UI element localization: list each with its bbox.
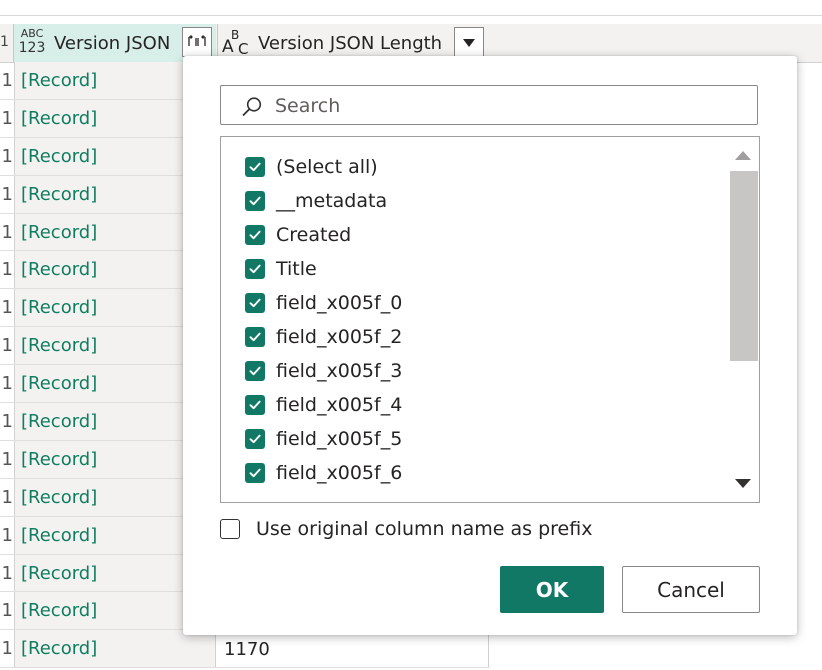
- row-index-glyph: 1: [0, 34, 9, 50]
- search-input[interactable]: [273, 86, 747, 126]
- option-label: Title: [276, 258, 317, 280]
- checkbox[interactable]: [245, 225, 265, 245]
- length-cell[interactable]: 1170: [217, 630, 489, 668]
- column-option-item[interactable]: Created: [245, 220, 351, 250]
- expand-columns-popup: field_x005f_6 field_x005f_5 field_x005f_4 f…: [183, 56, 797, 635]
- row-index-cell: 1: [1, 524, 13, 546]
- use-prefix-label: Use original column name as prefix: [256, 518, 593, 540]
- row-index-cell: 1: [1, 221, 13, 243]
- checkmark-icon: [248, 194, 262, 208]
- row-index-cell: 1: [1, 373, 13, 395]
- row-index-cell: 1: [1, 411, 13, 433]
- row-index-cell: 1: [1, 562, 13, 584]
- text-type-icon[interactable]: A B C: [222, 28, 252, 58]
- search-box[interactable]: [220, 85, 758, 126]
- option-label: field_x005f_5: [276, 428, 403, 450]
- option-label: Created: [276, 224, 352, 246]
- any-type-icon[interactable]: ABC 123: [18, 27, 46, 55]
- checkbox[interactable]: [245, 327, 265, 347]
- checkmark-icon: [248, 398, 262, 412]
- checkmark-icon: [248, 228, 262, 242]
- option-label: field_x005f_2: [276, 326, 403, 348]
- scrollbar[interactable]: [730, 137, 759, 502]
- row-index-cell: 1: [1, 638, 13, 660]
- row-index-cell: 1: [1, 70, 13, 91]
- column-title: Version JSON: [54, 33, 171, 54]
- ok-button[interactable]: OK: [500, 566, 604, 613]
- column-option-item[interactable]: field_x005f_5: [245, 424, 402, 454]
- column-option-item[interactable]: __metadata: [245, 186, 387, 216]
- column-filter-dropdown-button[interactable]: [454, 27, 484, 57]
- checkbox[interactable]: [245, 293, 265, 313]
- option-label: field_x005f_6: [276, 462, 403, 484]
- column-option-item[interactable]: Title: [245, 254, 317, 284]
- checkmark-icon: [248, 364, 262, 378]
- table-row: 1 [Record] 1170: [0, 630, 490, 669]
- column-option-item[interactable]: field_x005f_6: [245, 458, 402, 488]
- checkmark-icon: [248, 432, 262, 446]
- row-index-cell: 1: [1, 486, 13, 508]
- column-option-item[interactable]: field_x005f_2: [245, 322, 402, 352]
- option-label: __metadata: [276, 190, 388, 212]
- checkmark-icon: [248, 330, 262, 344]
- checkbox[interactable]: [245, 157, 265, 177]
- checkmark-icon: [248, 262, 262, 276]
- checkbox[interactable]: [245, 191, 265, 211]
- use-prefix-checkbox[interactable]: [220, 519, 240, 539]
- search-icon: [241, 96, 262, 117]
- row-index-cell: 1: [1, 259, 13, 281]
- checkbox[interactable]: [245, 361, 265, 381]
- column-option-item[interactable]: field_x005f_3: [245, 356, 402, 386]
- cancel-button[interactable]: Cancel: [622, 566, 760, 613]
- checkbox[interactable]: [245, 259, 265, 279]
- row-index-cell: 1: [1, 335, 13, 357]
- top-divider: [0, 15, 822, 16]
- expand-columns-button[interactable]: [182, 27, 212, 57]
- column-option-item[interactable]: field_x005f_4: [245, 390, 402, 420]
- use-prefix-option[interactable]: Use original column name as prefix: [220, 517, 592, 541]
- expand-columns-icon: [187, 34, 207, 51]
- checkmark-icon: [248, 466, 262, 480]
- checkmark-icon: [248, 160, 262, 174]
- select-all-item[interactable]: (Select all): [245, 152, 378, 182]
- row-index-cell: 1: [1, 297, 13, 319]
- scroll-down-arrow-icon[interactable]: [735, 479, 751, 488]
- checkbox[interactable]: [245, 395, 265, 415]
- option-label: (Select all): [276, 156, 378, 178]
- option-label: field_x005f_0: [276, 292, 403, 314]
- option-label: field_x005f_4: [276, 394, 403, 416]
- row-index-cell: 1: [1, 145, 13, 167]
- row-index-cell: 1: [1, 183, 13, 205]
- checkbox[interactable]: [245, 463, 265, 483]
- column-title: Version JSON Length: [258, 33, 443, 54]
- option-label: field_x005f_3: [276, 360, 403, 382]
- column-checklist: field_x005f_6 field_x005f_5 field_x005f_4 f…: [220, 136, 760, 503]
- column-option-item[interactable]: field_x005f_0: [245, 288, 402, 318]
- row-index-cell: 1: [1, 107, 13, 129]
- row-index-cell: 1: [1, 600, 13, 622]
- record-link[interactable]: [Record]: [14, 630, 216, 668]
- row-index-cell: 1: [1, 448, 13, 470]
- scrollbar-thumb[interactable]: [730, 171, 758, 361]
- checkmark-icon: [248, 296, 262, 310]
- row-index-header: 1: [0, 24, 14, 62]
- checkbox[interactable]: [245, 429, 265, 449]
- scroll-up-arrow-icon[interactable]: [735, 151, 751, 160]
